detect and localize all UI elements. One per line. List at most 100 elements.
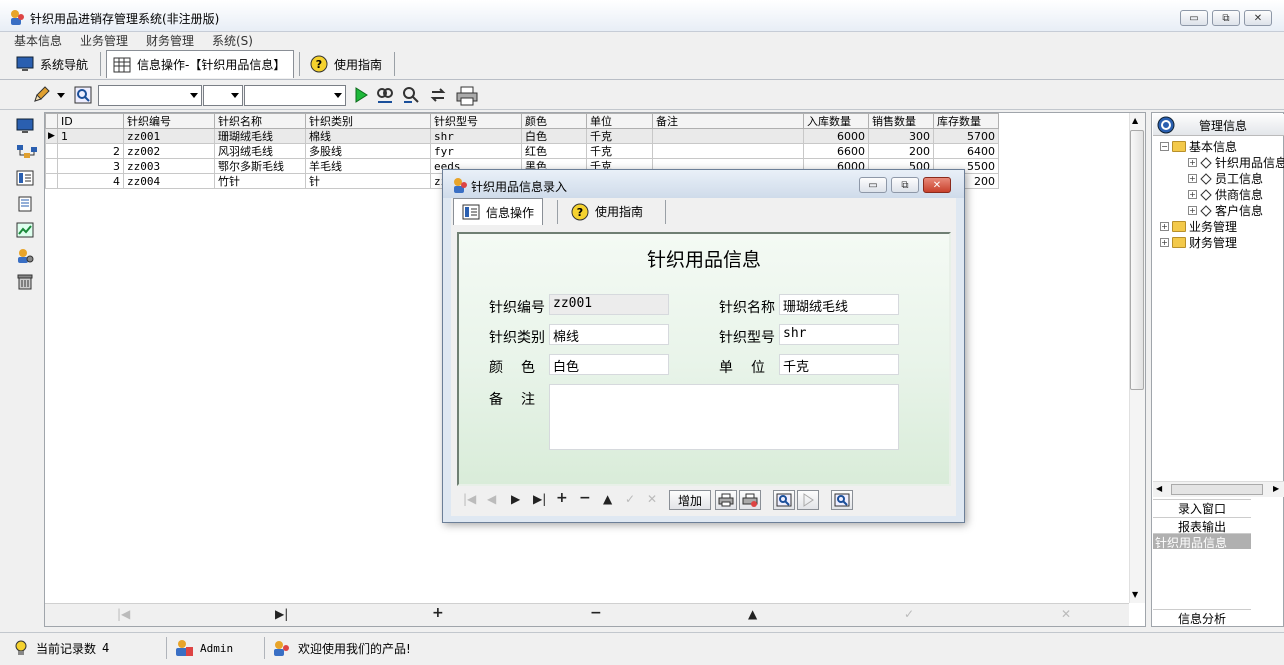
operator-combo[interactable] [203,85,243,106]
cell-name[interactable]: 珊瑚绒毛线 [214,128,306,144]
cell-in-qty[interactable]: 6600 [803,143,869,159]
name-field[interactable]: 珊瑚绒毛线 [779,294,899,315]
dialog-restore-button[interactable]: ⧉ [891,177,919,193]
network-icon[interactable] [16,144,38,160]
input-window-button[interactable]: 录入窗口 [1153,499,1251,516]
cell-id[interactable]: 2 [57,143,124,159]
cell-id[interactable]: 4 [57,173,124,189]
find-next-icon[interactable] [402,86,420,104]
tree-node-business[interactable]: + 业务管理 [1160,218,1237,235]
value-combo[interactable] [244,85,346,106]
cell-remark[interactable] [652,128,804,144]
dialog-nav-last-button[interactable]: ▶| [533,492,546,506]
monitor-icon[interactable] [16,118,34,134]
cell-sales-qty[interactable]: 200 [868,143,934,159]
menu-basic-info[interactable]: 基本信息 [14,32,62,49]
tab-system-nav[interactable]: 系统导航 [10,50,94,78]
column-header-id[interactable]: ID [57,113,124,129]
dropdown-arrow-icon[interactable] [56,91,66,99]
tree-node-item[interactable]: + 针织用品信息 [1188,154,1284,171]
cell-unit[interactable]: 千克 [586,143,653,159]
tree-node-item[interactable]: + 客户信息 [1188,202,1263,219]
dialog-nav-cancel-button[interactable]: ✕ [647,492,657,506]
scroll-down-icon[interactable]: ▼ [1132,590,1138,599]
tree-node-finance[interactable]: + 财务管理 [1160,234,1237,251]
cell-category[interactable]: 针 [305,173,431,189]
dialog-tab-info-operation[interactable]: 信息操作 [453,198,544,225]
collapse-icon[interactable]: − [1160,142,1169,151]
table-row[interactable]: ▶ 1 zz001 珊瑚绒毛线 棉线 shr 白色 千克 6000 300 57… [45,128,999,144]
column-header-remark[interactable]: 备注 [652,113,804,129]
cell-name[interactable]: 竹针 [214,173,306,189]
nav-delete-button[interactable]: − [590,605,602,621]
scrollbar-thumb[interactable] [1130,130,1144,390]
table-row[interactable]: 2 zz002 风羽绒毛线 多股线 fyr 红色 千克 6600 200 640… [45,143,999,159]
expand-icon[interactable]: + [1188,206,1197,215]
add-record-button[interactable]: 增加 [669,490,711,510]
field-combo[interactable] [98,85,202,106]
cell-code[interactable]: zz004 [123,173,215,189]
scrollbar-thumb[interactable] [1171,484,1263,495]
remark-field[interactable] [549,384,899,450]
column-header-category[interactable]: 针织类别 [305,113,431,129]
cell-model[interactable]: fyr [430,143,522,159]
minimize-button[interactable]: ▭ [1180,10,1208,26]
column-header-name[interactable]: 针织名称 [214,113,306,129]
cell-name[interactable]: 鄂尔多斯毛线 [214,158,306,174]
cell-stock-qty[interactable]: 5700 [933,128,999,144]
print-button[interactable] [715,490,737,510]
cell-unit[interactable]: 千克 [586,128,653,144]
scroll-left-icon[interactable]: ◀ [1156,484,1162,493]
column-header-in-qty[interactable]: 入库数量 [803,113,869,129]
search-filter-icon[interactable] [74,86,92,104]
cell-name[interactable]: 风羽绒毛线 [214,143,306,159]
cell-id[interactable]: 3 [57,158,124,174]
nav-cancel-button[interactable]: ✕ [1061,607,1071,621]
search-button[interactable] [773,490,795,510]
close-button[interactable]: ✕ [1244,10,1272,26]
cell-remark[interactable] [652,143,804,159]
scroll-right-icon[interactable]: ▶ [1273,484,1279,493]
expand-icon[interactable]: + [1160,222,1169,231]
tree-node-basic-info[interactable]: − 基本信息 [1160,138,1237,155]
form-icon[interactable] [16,170,34,186]
expand-icon[interactable]: + [1188,174,1197,183]
nav-add-button[interactable]: + [432,605,444,621]
nav-edit-button[interactable]: ▲ [748,607,757,621]
model-field[interactable]: shr [779,324,899,345]
pencil-icon[interactable] [32,86,50,104]
back-circle-icon[interactable] [1157,116,1175,134]
cell-color[interactable]: 白色 [521,128,587,144]
expand-icon[interactable]: + [1188,190,1197,199]
scroll-up-icon[interactable]: ▲ [1132,116,1138,125]
find-button[interactable] [831,490,853,510]
tree-node-item[interactable]: + 员工信息 [1188,170,1263,187]
nav-first-button[interactable]: |◀ [117,607,130,621]
menu-system[interactable]: 系统(S) [212,32,253,49]
cell-in-qty[interactable]: 6000 [803,128,869,144]
cell-code[interactable]: zz001 [123,128,215,144]
cell-model[interactable]: shr [430,128,522,144]
refresh-icon[interactable] [429,86,447,104]
cell-category[interactable]: 羊毛线 [305,158,431,174]
play-icon[interactable] [352,86,370,104]
report-output-button[interactable]: 报表输出 [1153,517,1251,534]
document-icon[interactable] [16,196,34,212]
dialog-minimize-button[interactable]: ▭ [859,177,887,193]
color-field[interactable]: 白色 [549,354,669,375]
print-preview-button[interactable] [739,490,761,510]
category-field[interactable]: 棉线 [549,324,669,345]
column-header-sales-qty[interactable]: 销售数量 [868,113,934,129]
nav-last-button[interactable]: ▶| [275,607,288,621]
cell-color[interactable]: 红色 [521,143,587,159]
cell-stock-qty[interactable]: 6400 [933,143,999,159]
column-header-color[interactable]: 颜色 [521,113,587,129]
tab-user-guide[interactable]: ? 使用指南 [304,50,388,78]
cell-code[interactable]: zz003 [123,158,215,174]
cell-category[interactable]: 棉线 [305,128,431,144]
printer-icon[interactable] [456,86,478,106]
dialog-nav-edit-button[interactable]: ▲ [603,492,612,506]
dialog-nav-first-button[interactable]: |◀ [463,492,476,506]
find-icon[interactable] [376,86,394,104]
dialog-nav-post-button[interactable]: ✓ [625,492,635,506]
